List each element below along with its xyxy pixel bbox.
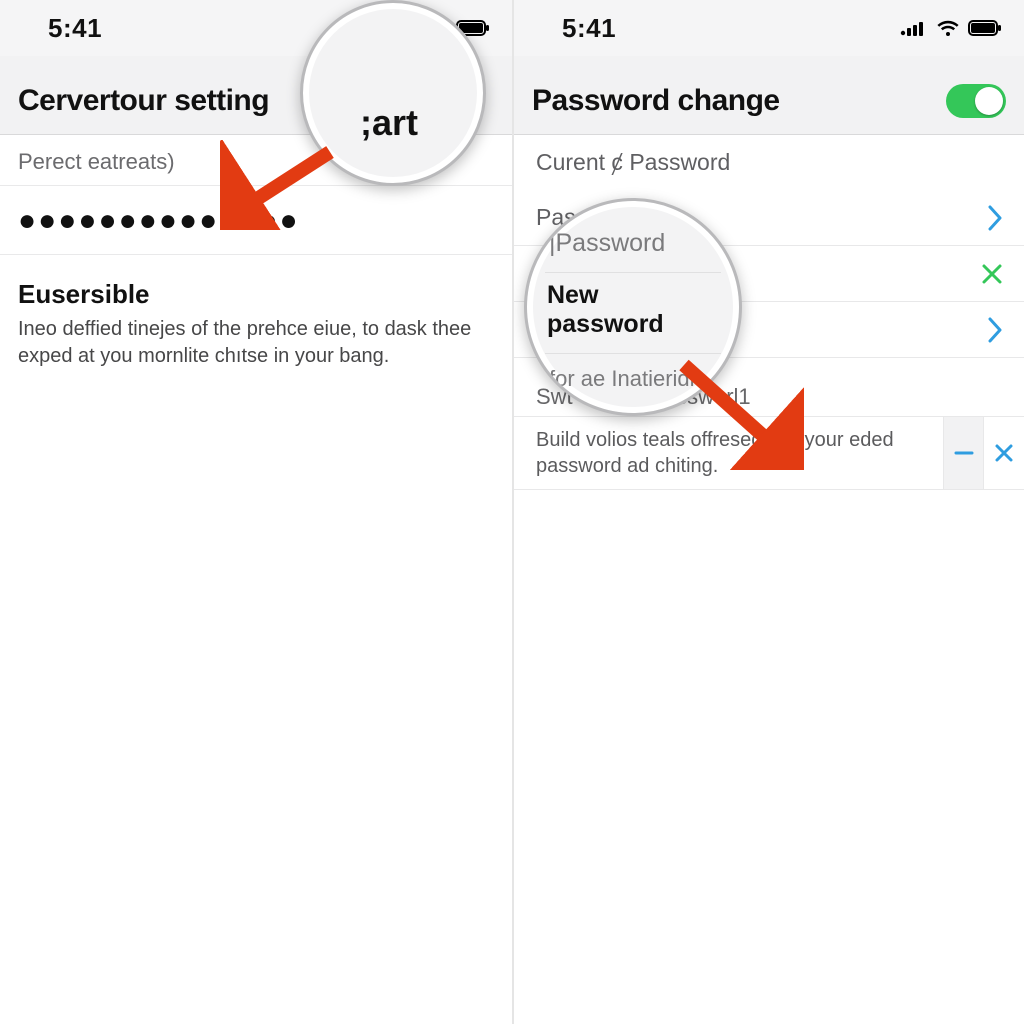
wifi-icon: [936, 19, 960, 37]
magnifier-line: for ae Inatieridr: [545, 354, 721, 392]
left-pane: 5:41 Cervertour setting Perect eatreats)…: [0, 0, 512, 1024]
row-current-password-label: Curent ȼ Password: [514, 135, 1024, 190]
magnifier-text: ;art: [360, 102, 418, 144]
magnifier-line: New password: [545, 272, 721, 354]
section-description: Ineo deffied tinejes of the prehce eiue,…: [0, 314, 512, 370]
page-title: Password change: [532, 84, 780, 118]
minus-icon: [953, 442, 975, 464]
cellular-icon: [900, 20, 928, 36]
right-pane: 5:41 Password change Curent ȼ Password P…: [512, 0, 1024, 1024]
magnifier-content: |Password New password for ae Inatieridr: [527, 223, 739, 392]
status-bar: 5:41: [514, 0, 1024, 56]
tip-row: Build volios teals offresed this your ed…: [514, 416, 1024, 490]
password-change-toggle[interactable]: [946, 84, 1006, 118]
magnifier-overlay: ;art: [300, 0, 486, 186]
magnifier-line: |Password: [545, 223, 721, 272]
close-icon: [993, 442, 1015, 464]
battery-icon: [968, 20, 1002, 36]
status-time: 5:41: [562, 13, 616, 44]
right-titlebar: Password change: [514, 56, 1024, 135]
status-icons: [900, 19, 1002, 37]
tip-text: Build volios teals offresed this your ed…: [514, 417, 943, 489]
status-time: 5:41: [48, 13, 102, 44]
chevron-right-icon: [986, 205, 1004, 231]
tip-minus-button[interactable]: [943, 417, 984, 489]
password-masked[interactable]: ●●●●●●●●●●●●●●: [0, 186, 512, 255]
section-title: Eusersible: [0, 255, 512, 314]
chevron-right-icon: [986, 317, 1004, 343]
close-icon[interactable]: [980, 262, 1004, 286]
cell-label: Curent ȼ Password: [536, 149, 730, 176]
magnifier-overlay: |Password New password for ae Inatieridr: [524, 198, 742, 416]
page-title: Cervertour setting: [18, 84, 269, 118]
tip-close-button[interactable]: [983, 417, 1024, 489]
